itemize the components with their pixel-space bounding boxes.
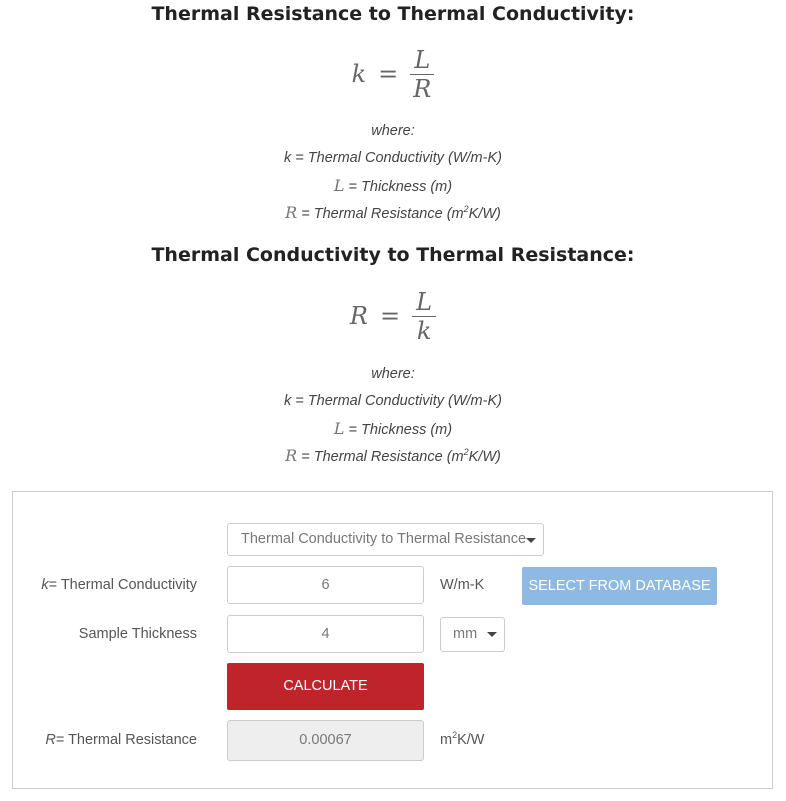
definition-l: L = Thickness (m) (333, 176, 453, 195)
definitions-block: where: k = Thermal Conductivity (W/m-K) … (0, 361, 786, 469)
dropdown-caret-icon (487, 632, 497, 637)
conductivity-unit: W/m-K (440, 577, 485, 593)
resistance-unit: m2K/W (440, 730, 485, 748)
formula-numerator: L (416, 287, 433, 316)
formula-resistance: R = L k (0, 286, 786, 346)
section-title-resistance-to-conductivity: Thermal Resistance to Thermal Conductivi… (151, 3, 635, 25)
definition-l: L = Thickness (m) (333, 419, 453, 438)
definition-r: R = Thermal Resistance (m2K/W) (285, 203, 501, 222)
where-label: where: (371, 123, 415, 139)
definition-r: R = Thermal Resistance (m2K/W) (285, 446, 501, 465)
formula-denominator: k (416, 316, 432, 345)
definition-k: k = Thermal Conductivity (W/m-K) (284, 393, 502, 409)
formula-conductivity: k = L R (0, 44, 786, 104)
formula-fraction: L R (410, 45, 435, 103)
formula-fraction: L k (412, 287, 437, 345)
calculate-button[interactable]: CALCULATE (227, 663, 424, 710)
definition-k: k = Thermal Conductivity (W/m-K) (284, 150, 502, 166)
formula-equals: = (379, 302, 401, 330)
formula-equals: = (378, 60, 399, 88)
select-from-database-button[interactable]: SELECT FROM DATABASE (522, 567, 717, 605)
calculator-panel: Thermal Conductivity to Thermal Resistan… (12, 491, 773, 789)
dropdown-caret-icon (526, 538, 536, 543)
formula-denominator: R (413, 74, 432, 103)
formula-lhs: R (349, 302, 368, 330)
formula-numerator: L (414, 45, 431, 74)
definitions-block: where: k = Thermal Conductivity (W/m-K) … (0, 118, 786, 226)
thickness-unit-select[interactable]: mm (440, 617, 505, 652)
formula-lhs: k (351, 60, 367, 88)
section-title-conductivity-to-resistance: Thermal Conductivity to Thermal Resistan… (151, 244, 635, 266)
thickness-label: Sample Thickness (78, 626, 197, 642)
conductivity-input[interactable]: 6 (227, 566, 424, 604)
resistance-output: 0.00067 (227, 720, 424, 761)
where-label: where: (371, 366, 415, 382)
resistance-label: R= Thermal Resistance (45, 732, 197, 748)
conductivity-label: k= Thermal Conductivity (41, 577, 197, 593)
thickness-unit-value: mm (453, 626, 478, 642)
thickness-input[interactable]: 4 (227, 615, 424, 653)
conversion-mode-value: Thermal Conductivity to Thermal Resistan… (241, 531, 527, 547)
conversion-mode-select[interactable]: Thermal Conductivity to Thermal Resistan… (227, 523, 544, 556)
